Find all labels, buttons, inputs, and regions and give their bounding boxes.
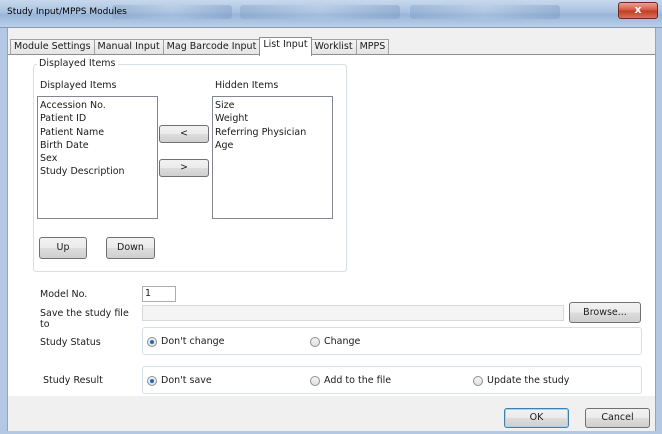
radio-selected-icon (147, 336, 157, 347)
hidden-items-list[interactable]: Size Weight Referring Physician Age (212, 96, 333, 219)
list-item[interactable]: Study Description (40, 165, 155, 178)
study-result-label: Study Result (43, 375, 103, 386)
radio-label: Update the study (487, 375, 570, 386)
tab-module-settings[interactable]: Module Settings (10, 39, 95, 55)
list-item[interactable]: Birth Date (40, 139, 155, 152)
move-up-button[interactable]: Up (39, 237, 87, 259)
move-to-displayed-button[interactable]: < (159, 125, 209, 143)
radio-label: Change (324, 336, 361, 347)
list-item[interactable]: Age (215, 139, 330, 152)
move-to-hidden-button[interactable]: > (159, 159, 209, 177)
move-down-button[interactable]: Down (106, 237, 155, 259)
radio-selected-icon (147, 375, 157, 386)
list-item[interactable]: Accession No. (40, 99, 155, 112)
tab-worklist[interactable]: Worklist (310, 39, 357, 55)
radio-unselected-icon (310, 375, 320, 386)
browse-button[interactable]: Browse... (569, 302, 641, 323)
radio-label: Don't save (161, 375, 212, 386)
list-item[interactable]: Sex (40, 152, 155, 165)
window-frame-right (655, 28, 662, 434)
displayed-items-list[interactable]: Accession No. Patient ID Patient Name Bi… (37, 96, 158, 219)
list-item[interactable]: Size (215, 99, 330, 112)
tab-mpps[interactable]: MPPS (355, 39, 390, 55)
window-title: Study Input/MPPS Modules (7, 7, 127, 17)
radio-unselected-icon (473, 375, 483, 386)
ok-button[interactable]: OK (504, 408, 569, 428)
model-no-input[interactable]: 1 (142, 286, 176, 302)
tab-manual-input[interactable]: Manual Input (93, 39, 164, 55)
model-no-label: Model No. (40, 289, 88, 300)
hidden-items-label: Hidden Items (215, 80, 279, 91)
result-dont-save-radio[interactable]: Don't save (147, 375, 212, 386)
tab-list-input[interactable]: List Input (259, 37, 312, 56)
radio-label: Add to the file (324, 375, 392, 386)
status-dont-change-radio[interactable]: Don't change (147, 336, 224, 347)
displayed-items-label: Displayed Items (40, 80, 117, 91)
close-button[interactable]: x (618, 2, 658, 19)
dialog-body: Module Settings Manual Input Mag Barcode… (8, 28, 655, 431)
list-item[interactable]: Weight (215, 112, 330, 125)
title-bar-blur (112, 5, 232, 19)
title-bar-blur (410, 5, 560, 19)
save-file-label: Save the study file to (40, 308, 129, 330)
title-bar-blur (240, 5, 400, 19)
result-add-to-file-radio[interactable]: Add to the file (310, 375, 391, 386)
list-item[interactable]: Patient ID (40, 112, 155, 125)
list-item[interactable]: Referring Physician (215, 126, 330, 139)
window-frame-left (0, 28, 8, 434)
group-legend: Displayed Items (37, 58, 118, 69)
close-icon: x (634, 3, 642, 16)
radio-unselected-icon (310, 336, 320, 347)
title-bar: Study Input/MPPS Modules x (0, 0, 662, 28)
tab-mag-barcode-input[interactable]: Mag Barcode Input (162, 39, 261, 55)
cancel-button[interactable]: Cancel (585, 408, 650, 428)
status-change-radio[interactable]: Change (310, 336, 360, 347)
save-file-path-input[interactable] (142, 305, 564, 321)
study-status-label: Study Status (40, 337, 101, 348)
tab-strip: Module Settings Manual Input Mag Barcode… (10, 37, 390, 56)
radio-label: Don't change (161, 336, 225, 347)
list-item[interactable]: Patient Name (40, 126, 155, 139)
result-update-study-radio[interactable]: Update the study (473, 375, 569, 386)
